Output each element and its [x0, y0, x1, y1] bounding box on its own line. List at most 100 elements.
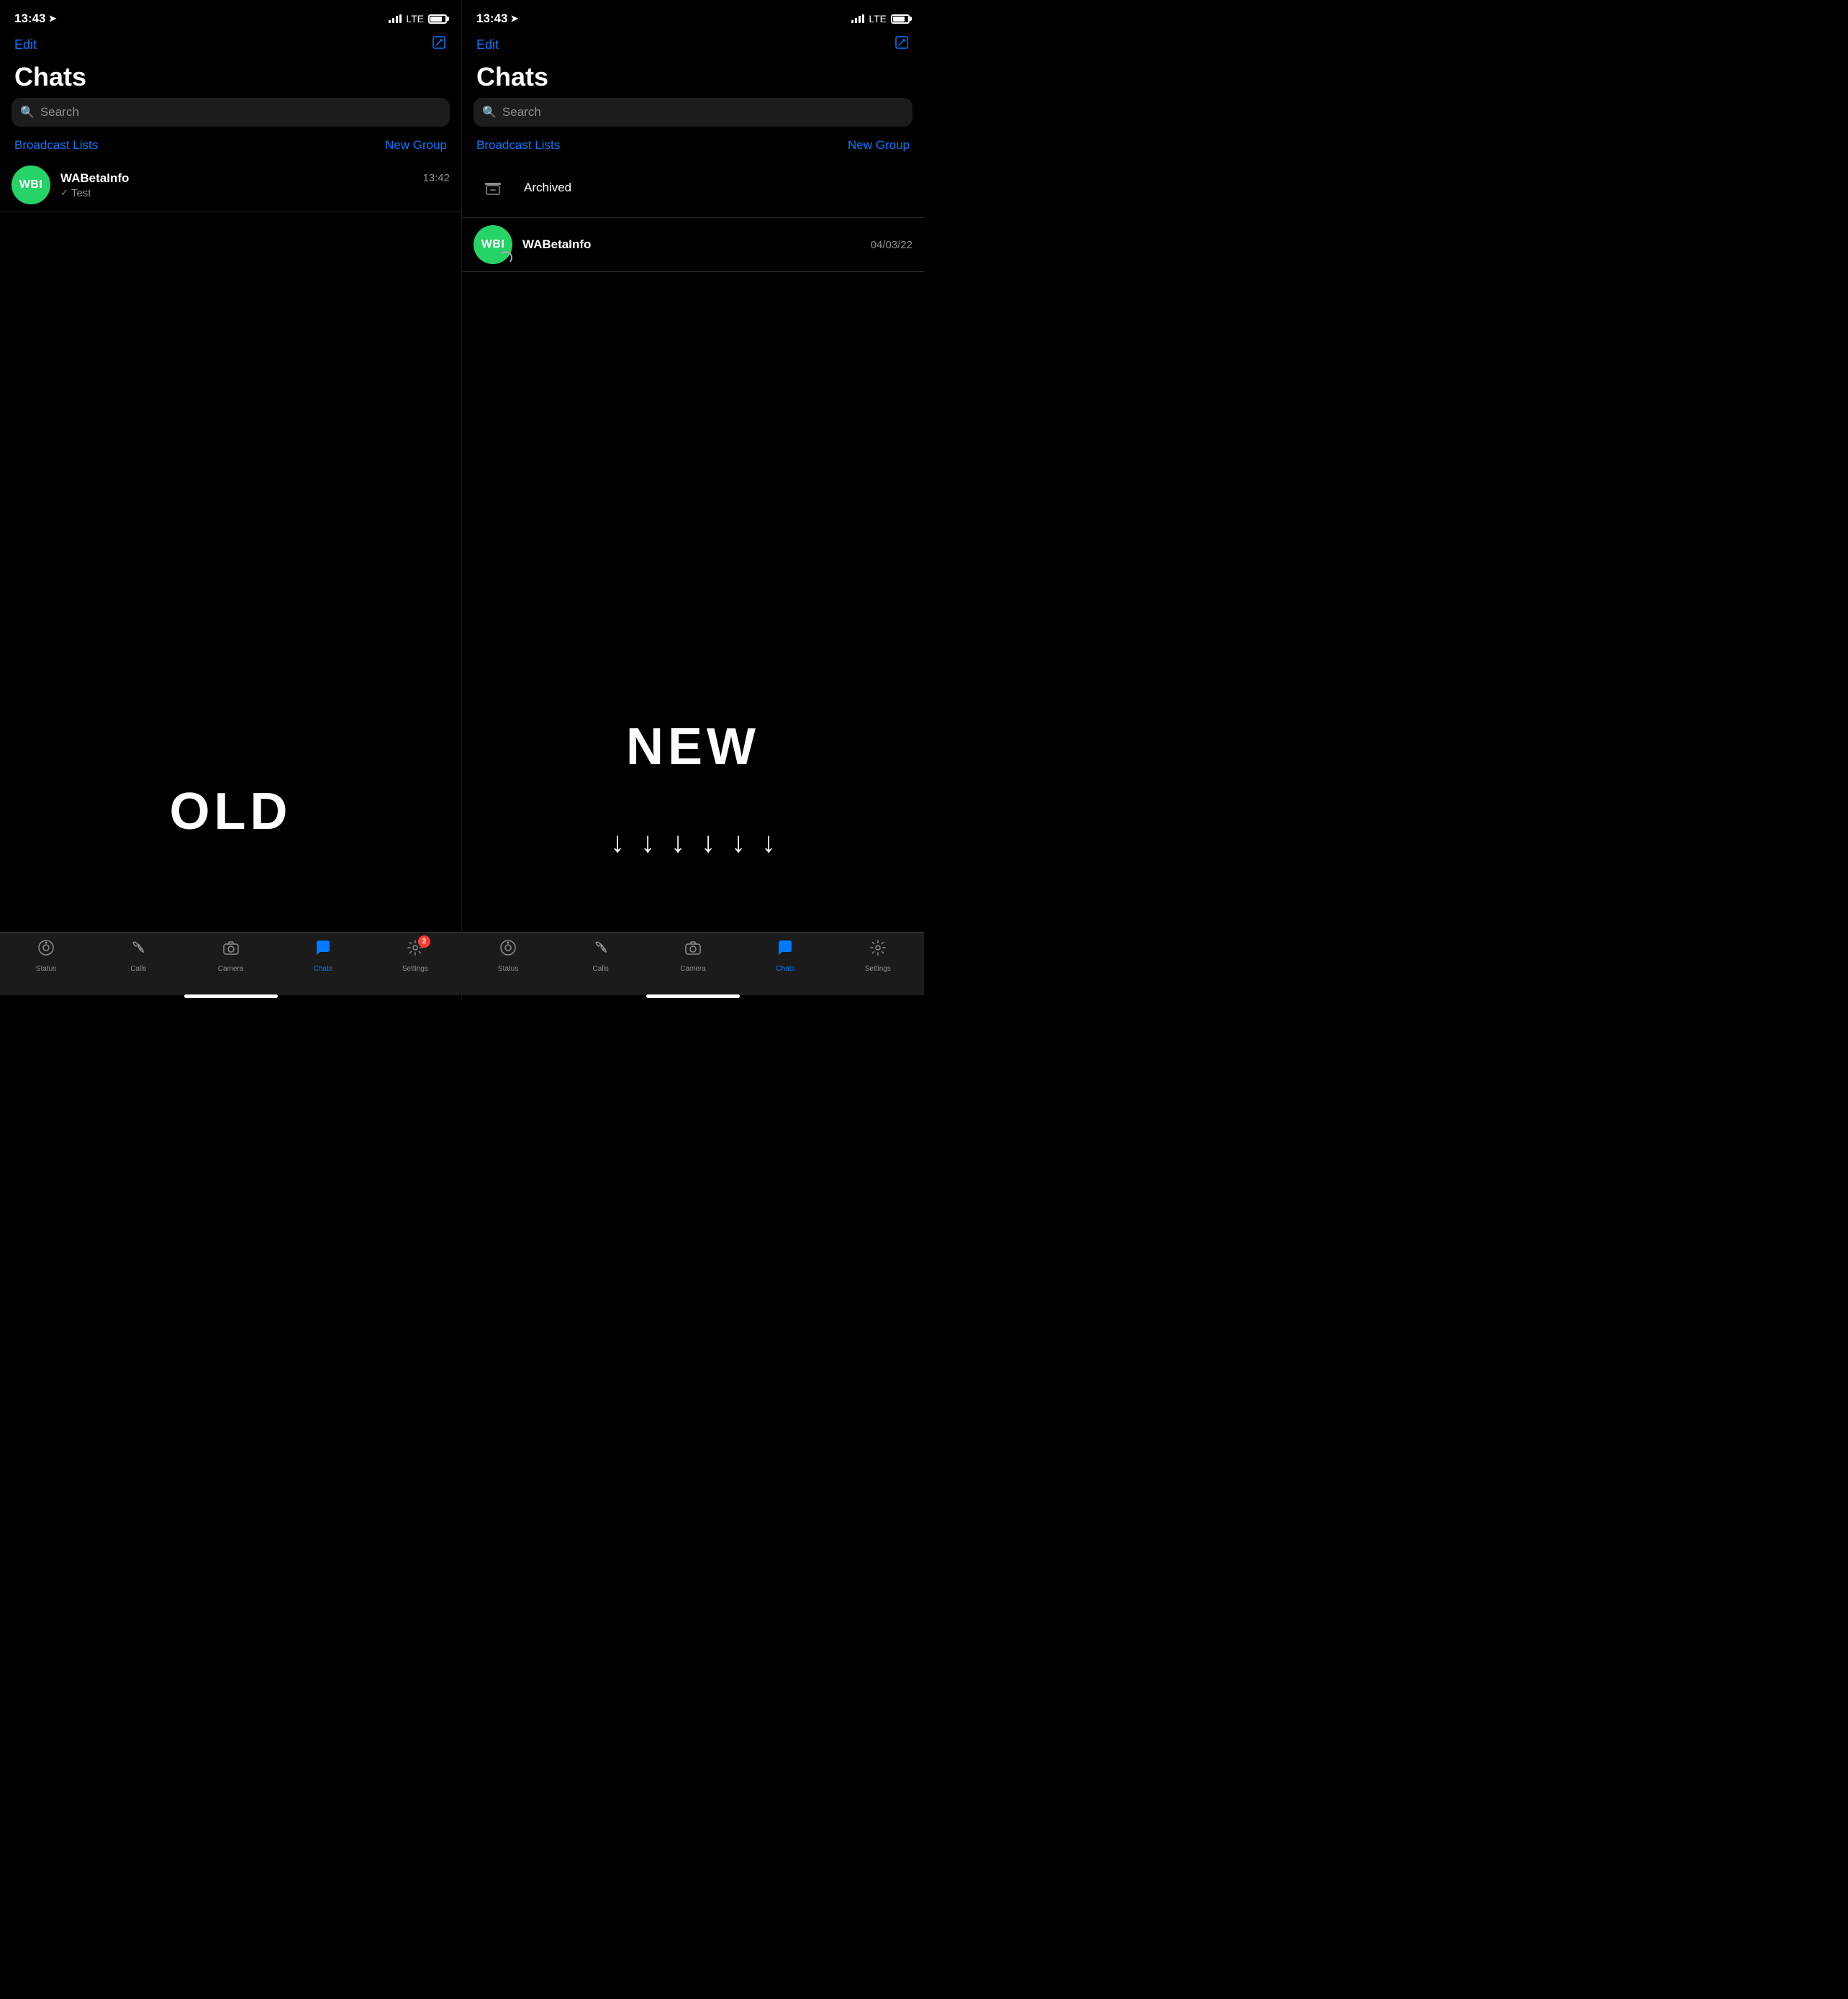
right-settings-icon: [869, 938, 887, 962]
right-page-title: Chats: [462, 60, 924, 98]
right-search-bar[interactable]: 🔍 Search: [474, 98, 912, 127]
left-calls-icon: [129, 938, 148, 962]
signal-bar-2: [392, 18, 394, 23]
right-archived-label: Archived: [524, 181, 571, 195]
right-tab-status[interactable]: Status: [462, 938, 554, 973]
left-status-icon: [37, 938, 55, 962]
left-header: Edit: [0, 32, 461, 60]
right-lte-text: LTE: [869, 13, 887, 24]
right-chat-time: 04/03/22: [871, 239, 912, 251]
left-tab-chats[interactable]: Chats: [277, 938, 369, 973]
right-chat-list: WBI WABetaInfo 04/03/22: [462, 218, 924, 932]
left-tab-chats-label: Chats: [314, 965, 332, 973]
signal-bar-4: [399, 14, 402, 23]
left-tab-camera-label: Camera: [218, 965, 244, 973]
left-search-bar[interactable]: 🔍 Search: [12, 98, 450, 127]
left-phone-panel: 13:43 ➤ LTE Edit: [0, 0, 462, 1000]
left-tab-calls-label: Calls: [130, 965, 146, 973]
left-tab-settings-label: Settings: [402, 965, 428, 973]
left-status-bar: 13:43 ➤ LTE: [0, 0, 461, 32]
left-tab-calls[interactable]: Calls: [92, 938, 184, 973]
right-comparison-label: NEW: [626, 717, 760, 776]
left-chat-name-row: WABetaInfo 13:42: [60, 171, 450, 186]
left-compose-icon[interactable]: [431, 35, 447, 55]
left-chats-icon: [314, 938, 332, 962]
left-settings-icon: 2: [406, 938, 425, 962]
right-battery-icon: [891, 14, 910, 24]
left-wbi-avatar: WBI: [12, 166, 50, 204]
left-new-group-button[interactable]: New Group: [385, 138, 447, 153]
left-chat-time: 13:42: [422, 172, 450, 184]
left-search-placeholder: Search: [40, 105, 79, 119]
right-time-text: 13:43: [476, 12, 507, 26]
left-status-time: 13:43 ➤: [14, 12, 56, 26]
right-compose-icon[interactable]: [894, 35, 910, 55]
left-tab-status[interactable]: Status: [0, 938, 92, 973]
chat-item-wabetainfo-left[interactable]: WBI WABetaInfo 13:42 ✓ Test: [0, 158, 461, 212]
right-signal-icon: [851, 14, 864, 23]
left-comparison-label: OLD: [170, 782, 292, 841]
left-tab-camera[interactable]: Camera: [184, 938, 276, 973]
right-edit-button[interactable]: Edit: [476, 37, 499, 53]
left-tab-bar: Status Calls Camera: [0, 932, 461, 995]
right-archive-icon-box: [474, 168, 512, 207]
left-status-right: LTE: [389, 13, 447, 24]
right-status-bar: 13:43 ➤ LTE: [462, 0, 924, 32]
left-old-label-container: OLD: [0, 782, 461, 841]
left-search-icon: 🔍: [20, 105, 35, 119]
right-chat-name-row: WABetaInfo 04/03/22: [522, 237, 912, 252]
right-chat-content: WABetaInfo 04/03/22: [522, 237, 912, 252]
right-phone-panel: 13:43 ➤ LTE Edit: [462, 0, 924, 1000]
down-arrow-5: ↓: [731, 827, 746, 859]
left-camera-icon: [222, 938, 240, 962]
left-battery-icon: [428, 14, 447, 24]
left-tab-status-label: Status: [36, 965, 56, 973]
left-chat-preview: ✓ Test: [60, 187, 450, 199]
down-arrow-4: ↓: [701, 827, 715, 859]
right-home-indicator: [462, 995, 924, 1000]
left-edit-button[interactable]: Edit: [14, 37, 37, 53]
right-search-placeholder: Search: [502, 105, 541, 119]
left-page-title: Chats: [0, 60, 461, 98]
right-calls-icon: [592, 938, 610, 962]
left-checkmark-icon: ✓: [60, 187, 68, 199]
right-archived-row[interactable]: Archived: [462, 158, 924, 218]
right-status-right: LTE: [851, 13, 910, 24]
chat-item-wabetainfo-right[interactable]: WBI WABetaInfo 04/03/22: [462, 218, 924, 272]
signal-bar-1: [389, 20, 391, 23]
left-location-arrow-icon: ➤: [48, 13, 56, 24]
right-tab-chats-label: Chats: [776, 965, 794, 973]
left-lte-text: LTE: [406, 13, 424, 24]
left-broadcast-button[interactable]: Broadcast Lists: [14, 138, 98, 153]
right-chats-icon: [776, 938, 794, 962]
down-arrow-6: ↓: [761, 827, 776, 859]
right-tab-camera[interactable]: Camera: [647, 938, 739, 973]
right-tab-calls-label: Calls: [592, 965, 608, 973]
right-header: Edit: [462, 32, 924, 60]
right-tab-settings[interactable]: Settings: [832, 938, 924, 973]
right-new-group-button[interactable]: New Group: [848, 138, 910, 153]
left-signal-icon: [389, 14, 402, 23]
right-action-row: Broadcast Lists New Group: [462, 135, 924, 158]
right-tab-chats[interactable]: Chats: [739, 938, 831, 973]
right-status-icon: [499, 938, 517, 962]
right-tab-camera-label: Camera: [680, 965, 706, 973]
archive-icon: [482, 177, 504, 199]
right-broadcast-button[interactable]: Broadcast Lists: [476, 138, 560, 153]
left-settings-badge: 2: [418, 935, 430, 948]
left-time-text: 13:43: [14, 12, 45, 26]
down-arrow-3: ↓: [671, 827, 685, 859]
right-status-time: 13:43 ➤: [476, 12, 518, 26]
left-tab-settings[interactable]: 2 Settings: [369, 938, 461, 973]
left-preview-text: Test: [71, 187, 91, 199]
right-spinner-icon: [499, 251, 512, 264]
right-search-icon: 🔍: [482, 105, 497, 119]
right-tab-status-label: Status: [498, 965, 518, 973]
right-tab-bar: Status Calls Camera: [462, 932, 924, 995]
right-arrows-container: ↓ ↓ ↓ ↓ ↓ ↓: [462, 827, 924, 859]
right-tab-calls[interactable]: Calls: [554, 938, 646, 973]
right-location-arrow-icon: ➤: [510, 13, 518, 24]
right-chat-name: WABetaInfo: [522, 237, 591, 252]
signal-bar-3: [396, 16, 398, 23]
left-home-indicator: [0, 995, 461, 1000]
